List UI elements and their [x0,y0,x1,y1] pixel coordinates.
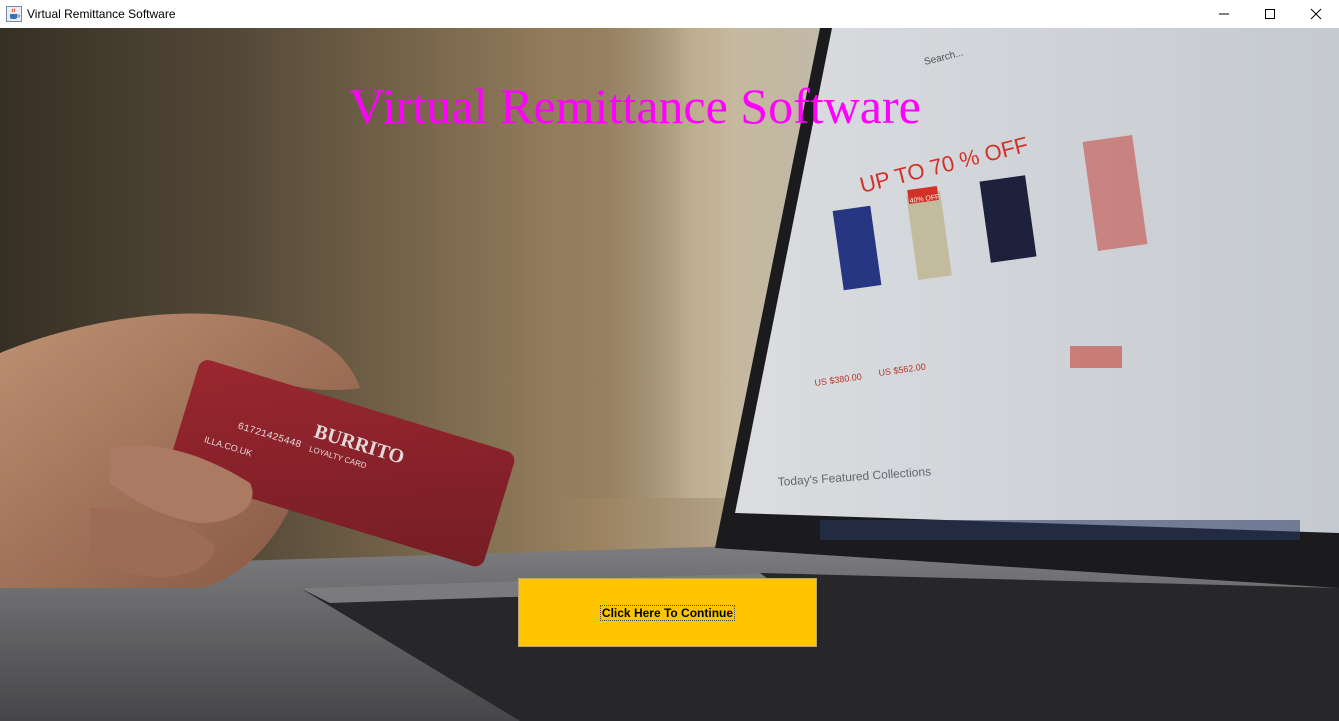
maximize-button[interactable] [1247,0,1293,28]
maximize-icon [1265,9,1275,19]
continue-button-label: Click Here To Continue [599,604,736,621]
close-icon [1310,8,1322,20]
continue-button[interactable]: Click Here To Continue [518,578,817,647]
window-controls [1201,0,1339,28]
java-coffee-cup-icon [6,6,22,22]
app-title: Virtual Remittance Software [349,78,921,134]
window-titlebar: Virtual Remittance Software [0,0,1339,28]
window-title: Virtual Remittance Software [27,7,176,21]
splash-content: UP TO 70 % OFF Search... 40% OFF US $380… [0,28,1339,721]
close-button[interactable] [1293,0,1339,28]
minimize-icon [1219,13,1229,15]
minimize-button[interactable] [1201,0,1247,28]
